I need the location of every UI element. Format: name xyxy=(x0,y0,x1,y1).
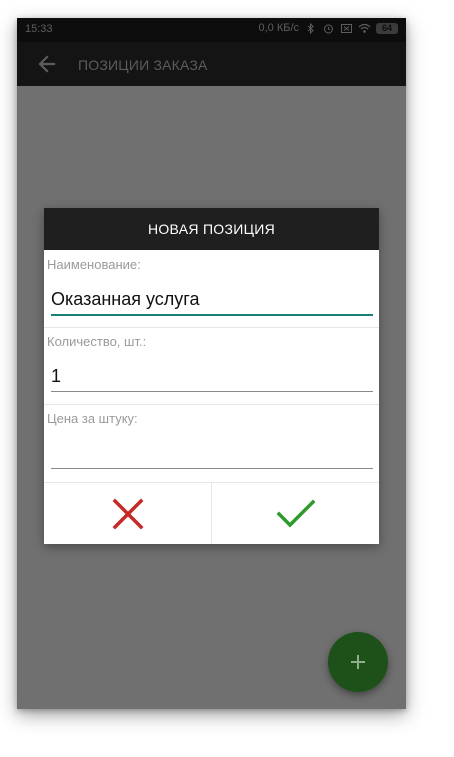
price-label: Цена за штуку: xyxy=(47,411,138,426)
quantity-field-group: Количество, шт.: xyxy=(44,327,379,405)
check-icon xyxy=(276,499,315,527)
battery-icon: 64 xyxy=(376,22,398,34)
name-field-group: Наименование: xyxy=(44,250,379,328)
new-item-dialog: НОВАЯ ПОЗИЦИЯ Наименование: Количество, … xyxy=(44,208,379,544)
network-speed: 0,0 КБ/с xyxy=(258,22,299,34)
quantity-label: Количество, шт.: xyxy=(47,334,147,349)
cancel-button[interactable] xyxy=(44,483,211,544)
close-icon xyxy=(112,498,143,529)
arrow-back-icon[interactable] xyxy=(37,54,57,74)
alarm-icon xyxy=(324,24,333,33)
name-input-underline xyxy=(51,314,373,316)
dialog-actions xyxy=(44,483,379,544)
price-input-underline xyxy=(51,468,373,469)
status-bar: 15:33 0,0 КБ/с 64 xyxy=(17,18,406,42)
quantity-input[interactable] xyxy=(51,363,373,389)
confirm-button[interactable] xyxy=(211,483,379,544)
name-label: Наименование: xyxy=(47,257,141,272)
add-item-button[interactable] xyxy=(328,632,388,692)
phone-screen: 15:33 0,0 КБ/с 64 ПОЗИЦИИ ЗАКАЗА НОВАЯ П… xyxy=(17,18,406,709)
app-bar: ПОЗИЦИИ ЗАКАЗА xyxy=(17,42,406,86)
price-field-group: Цена за штуку: xyxy=(44,404,379,483)
name-input[interactable] xyxy=(51,286,373,312)
quantity-input-underline xyxy=(51,391,373,392)
plus-icon xyxy=(351,655,365,669)
bluetooth-icon xyxy=(307,22,314,34)
wifi-icon xyxy=(358,23,371,33)
status-icons: 0,0 КБ/с 64 xyxy=(258,22,398,34)
sim-icon xyxy=(341,23,352,33)
status-time: 15:33 xyxy=(25,23,53,35)
price-input[interactable] xyxy=(51,440,373,466)
page-title: ПОЗИЦИИ ЗАКАЗА xyxy=(78,57,208,73)
dialog-title: НОВАЯ ПОЗИЦИЯ xyxy=(44,208,379,250)
